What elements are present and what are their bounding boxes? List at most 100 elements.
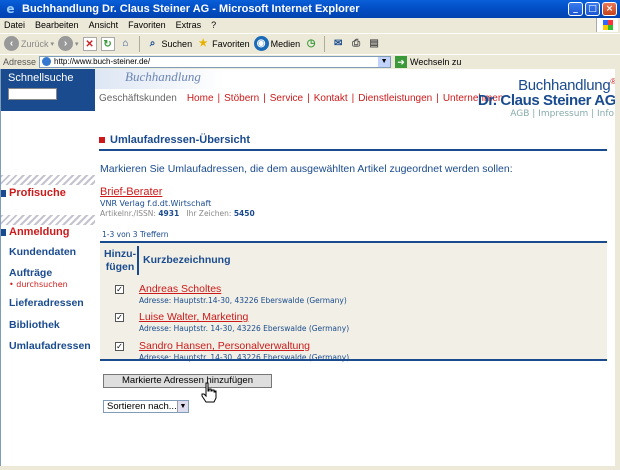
windows-logo-icon [596,18,618,32]
refresh-icon[interactable]: ↻ [100,36,115,51]
hit-count: 1-3 von 3 Treffern [102,230,169,239]
mail-icon[interactable]: ✉ [331,37,345,51]
sidebar-item-bibliothek[interactable]: Bibliothek [9,319,60,331]
media-button[interactable]: ◉ Medien [253,35,300,53]
title-marker-icon [99,137,105,143]
column-header-name: Kurzbezeichnung [143,254,231,266]
sidebar-item-lieferadressen[interactable]: Lieferadressen [9,297,84,309]
title-divider [99,149,607,151]
address-name-link[interactable]: Luise Walter, Marketing [139,311,248,323]
window-titlebar: e Buchhandlung Dr. Claus Steiner AG - Mi… [0,0,620,18]
sidebar-anmeldung[interactable]: Anmeldung [1,226,70,238]
column-separator [137,246,139,275]
address-bar: Adresse http://www.buch-steiner.de/ ▼ ➜ … [0,54,620,68]
home-icon[interactable]: ⌂ [119,37,133,51]
nav-geschaeftskunden: Geschäftskunden [99,93,177,104]
chevron-down-icon: ▼ [177,401,188,412]
bullet-icon [1,228,6,236]
go-button[interactable]: Wechseln zu [410,57,461,67]
back-button[interactable]: ‹ Zurück ▾ [4,35,54,53]
stop-icon[interactable]: ✕ [82,36,97,51]
add-marked-addresses-button[interactable]: Markierte Adressen hinzufügen [103,374,272,388]
go-arrow-icon[interactable]: ➜ [395,55,408,68]
media-icon: ◉ [253,36,269,51]
nav-stoebern[interactable]: Stöbern [224,93,259,104]
intro-text: Markieren Sie Umlaufadressen, die dem au… [100,163,513,175]
column-header-add: Hinzu-fügen [104,248,137,273]
address-name-link[interactable]: Sandro Hansen, Personalverwaltung [139,340,310,352]
address-detail: Adresse: Hauptstr.14-30, 43226 Eberswald… [139,296,347,305]
menu-extras[interactable]: Extras [176,20,202,30]
toolbar-separator [324,35,326,52]
decorative-stripe [1,215,95,225]
add-checkbox[interactable]: ✓ [115,313,124,322]
toolbar-separator [138,35,140,52]
print-icon[interactable]: ⎙ [349,37,363,51]
nav-home[interactable]: Home [187,93,214,104]
quicksearch-label: Schnellsuche [8,72,74,84]
search-icon: ⌕ [149,37,156,49]
add-checkbox[interactable]: ✓ [115,285,124,294]
meta-links[interactable]: AGB | Impressum | Info [471,109,614,119]
nav-kontakt[interactable]: Kontakt [314,93,348,104]
history-icon[interactable]: ◷ [304,37,318,51]
table-row: ✓ Andreas Scholtes Adresse: Hauptstr.14-… [100,283,607,311]
menu-help[interactable]: ? [211,20,216,30]
top-navigation: Geschäftskunden Home | Stöbern | Service… [99,93,504,104]
ie-icon: e [6,1,15,16]
toolbar: ‹ Zurück ▾ › ▾ ✕ ↻ ⌂ ⌕ Suchen ★ Favorite… [0,33,620,53]
left-sidebar: Schnellsuche Profisuche Anmeldung Kunden… [1,69,95,466]
address-url: http://www.buch-steiner.de/ [54,57,151,66]
address-detail: Adresse: Hauptstr. 14-30, 43226 Eberswal… [139,353,350,362]
bullet-icon [1,189,6,197]
sidebar-profisuche[interactable]: Profisuche [1,187,66,199]
table-row: ✓ Sandro Hansen, Personalverwaltung Adre… [100,340,607,368]
table-row: ✓ Luise Walter, Marketing Adresse: Haupt… [100,311,607,339]
search-button[interactable]: ⌕ Suchen [146,35,192,53]
brand-logo[interactable]: Buchhandlung® Dr. Claus Steiner AG [471,77,615,109]
window-title: Buchhandlung Dr. Claus Steiner AG - Micr… [22,3,360,15]
address-label: Adresse [3,56,37,67]
chevron-down-icon: ▾ [50,40,55,48]
menu-bearbeiten[interactable]: Bearbeiten [35,20,79,30]
address-name-link[interactable]: Andreas Scholtes [139,283,221,295]
forward-button[interactable]: › ▾ [58,35,79,53]
edit-icon[interactable]: ▤ [367,37,381,51]
minimize-button[interactable]: _ [568,2,583,16]
favorites-button[interactable]: ★ Favoriten [196,35,250,53]
quicksearch-input[interactable] [8,88,57,100]
star-icon: ★ [198,37,208,49]
sidebar-item-umlaufadressen[interactable]: Umlaufadressen [9,340,91,352]
address-detail: Adresse: Hauptstr. 14-30, 43226 Eberswal… [139,324,350,333]
page-content: Schnellsuche Profisuche Anmeldung Kunden… [0,69,615,466]
sort-select[interactable]: Sortieren nach... ▼ [103,400,189,413]
product-title-link[interactable]: Brief-Berater [100,186,162,198]
quicksearch-panel: Schnellsuche [1,69,95,111]
product-publisher: VNR Verlag f.d.dt.Wirtschaft [100,199,212,208]
page-title: Umlaufadressen-Übersicht [99,134,250,146]
nav-dienstleistungen[interactable]: Dienstleistungen [358,93,432,104]
hand-cursor-icon [201,382,217,403]
address-input[interactable]: http://www.buch-steiner.de/ ▼ [39,55,392,68]
back-arrow-icon: ‹ [4,36,19,51]
menu-datei[interactable]: Datei [4,20,25,30]
sidebar-item-kundendaten[interactable]: Kundendaten [9,246,76,258]
forward-arrow-icon: › [58,36,74,51]
page-icon [42,57,52,66]
header-banner: Buchhandlung [95,69,225,89]
sidebar-item-auftraege[interactable]: Aufträge [9,267,52,279]
add-checkbox[interactable]: ✓ [115,342,124,351]
chevron-down-icon: ▾ [75,40,79,48]
menu-favoriten[interactable]: Favoriten [128,20,166,30]
sidebar-subitem-durchsuchen[interactable]: • durchsuchen [9,280,68,289]
product-article-info: Artikelnr./ISSN: 4931 Ihr Zeichen: 5450 [100,209,255,218]
address-table: Hinzu-fügen Kurzbezeichnung ✓ Andreas Sc… [100,241,607,362]
decorative-stripe [1,175,95,185]
maximize-button[interactable]: □ [585,2,600,16]
nav-service[interactable]: Service [270,93,303,104]
window-controls: _ □ × [568,2,617,16]
menu-bar: Datei Bearbeiten Ansicht Favoriten Extra… [0,18,620,32]
menu-ansicht[interactable]: Ansicht [89,20,119,30]
close-button[interactable]: × [602,2,617,16]
chevron-down-icon[interactable]: ▼ [378,56,391,67]
